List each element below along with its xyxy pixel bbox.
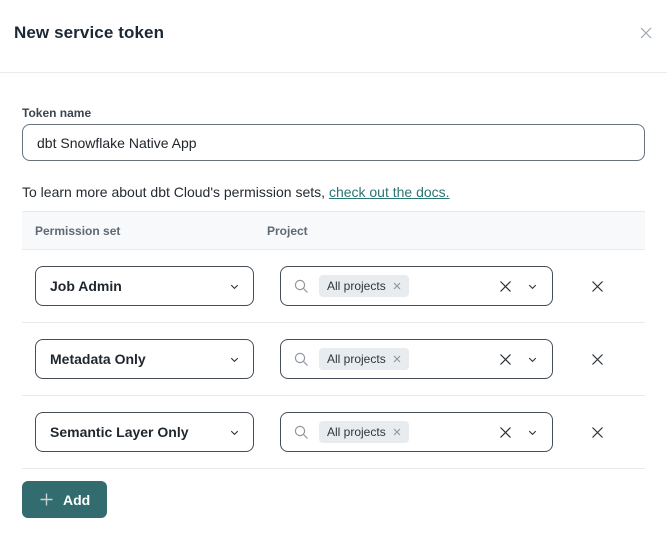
permission-set-select[interactable]: Job Admin — [35, 266, 254, 306]
table-row: Metadata Only All projects — [22, 323, 645, 396]
project-chip-label: All projects — [327, 279, 386, 293]
chevron-down-icon — [526, 280, 539, 293]
project-chip-label: All projects — [327, 352, 386, 366]
project-header: Project — [267, 224, 308, 238]
project-multiselect[interactable]: All projects — [280, 412, 553, 452]
search-icon — [293, 351, 310, 368]
permissions-table: Permission set Project Job Admin All pro… — [22, 211, 645, 469]
remove-row-button[interactable] — [587, 349, 607, 369]
page-title: New service token — [14, 23, 164, 43]
project-chip[interactable]: All projects — [319, 421, 409, 443]
project-chip-label: All projects — [327, 425, 386, 439]
new-service-token-modal: New service token Token name To learn mo… — [0, 0, 667, 547]
permission-info-text: To learn more about dbt Cloud's permissi… — [22, 184, 450, 200]
clear-selection-icon[interactable] — [498, 279, 513, 294]
remove-row-button[interactable] — [587, 422, 607, 442]
clear-selection-icon[interactable] — [498, 425, 513, 440]
add-button[interactable]: Add — [22, 481, 107, 518]
remove-row-icon — [590, 352, 605, 367]
close-button[interactable] — [637, 24, 655, 42]
permission-set-value: Semantic Layer Only — [50, 424, 228, 440]
remove-row-icon — [590, 425, 605, 440]
remove-row-icon — [590, 279, 605, 294]
permission-set-value: Job Admin — [50, 278, 228, 294]
chevron-down-icon — [228, 426, 241, 439]
chevron-down-icon — [228, 353, 241, 366]
chip-remove-icon[interactable] — [393, 355, 401, 363]
project-multiselect[interactable]: All projects — [280, 339, 553, 379]
chip-remove-icon[interactable] — [393, 428, 401, 436]
token-name-input[interactable] — [22, 124, 645, 161]
project-chip[interactable]: All projects — [319, 348, 409, 370]
clear-selection-icon[interactable] — [498, 352, 513, 367]
plus-icon — [39, 492, 54, 507]
chip-remove-icon[interactable] — [393, 282, 401, 290]
token-name-label: Token name — [22, 106, 91, 120]
chevron-down-icon — [526, 426, 539, 439]
search-icon — [293, 424, 310, 441]
project-multiselect[interactable]: All projects — [280, 266, 553, 306]
project-chip[interactable]: All projects — [319, 275, 409, 297]
chevron-down-icon — [526, 353, 539, 366]
permission-set-select[interactable]: Metadata Only — [35, 339, 254, 379]
info-text: To learn more about dbt Cloud's permissi… — [22, 184, 329, 200]
chevron-down-icon — [228, 280, 241, 293]
table-row: Semantic Layer Only All projects — [22, 396, 645, 469]
permission-set-header: Permission set — [22, 224, 267, 238]
table-row: Job Admin All projects — [22, 250, 645, 323]
remove-row-button[interactable] — [587, 276, 607, 296]
permission-set-value: Metadata Only — [50, 351, 228, 367]
docs-link[interactable]: check out the docs. — [329, 184, 450, 200]
header-divider — [0, 72, 667, 73]
close-icon — [638, 25, 654, 41]
add-button-label: Add — [63, 492, 90, 508]
search-icon — [293, 278, 310, 295]
permission-set-select[interactable]: Semantic Layer Only — [35, 412, 254, 452]
table-header-row: Permission set Project — [22, 211, 645, 250]
